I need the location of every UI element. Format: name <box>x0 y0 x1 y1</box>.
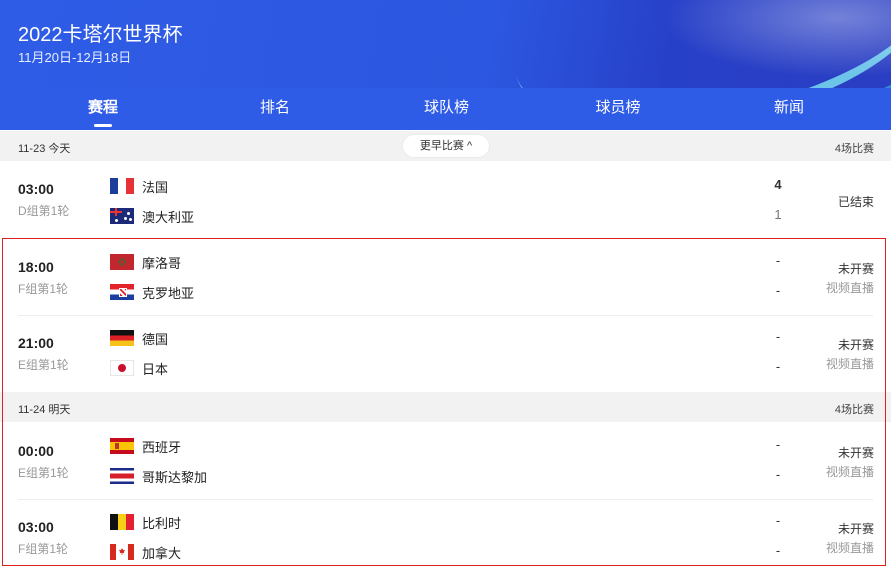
japan-flag-icon <box>110 360 134 376</box>
day-header: 11-23 今天 更早比赛 ^ 4场比赛 <box>0 131 891 161</box>
away-team: 加拿大 <box>110 543 181 561</box>
match-status: 未开赛 <box>837 446 874 460</box>
page-title: 2022卡塔尔世界杯 <box>18 24 183 46</box>
day-header: 11-24 明天 4场比赛 <box>0 392 891 422</box>
home-score: - <box>775 437 781 452</box>
match-time: 03:00 <box>18 519 54 535</box>
match-round: E组第1轮 <box>18 358 69 372</box>
home-score: - <box>775 253 781 268</box>
away-score: - <box>775 359 781 374</box>
match-row[interactable]: 21:00 E组第1轮 德国 日本 - - 未开赛 视频直播 <box>0 316 891 392</box>
team-name: 西班牙 <box>142 439 182 455</box>
match-row[interactable]: 03:00 F组第1轮 比利时 加拿大 - - 未开赛 视频直播 <box>0 500 891 576</box>
away-team: 日本 <box>110 359 168 377</box>
decorative-glow <box>631 0 891 88</box>
away-team: 哥斯达黎加 <box>110 467 207 485</box>
team-name: 澳大利亚 <box>142 209 195 225</box>
day-date: 11-24 明天 <box>18 404 71 416</box>
tab-label: 新闻 <box>773 99 804 116</box>
match-status: 已结束 <box>837 195 874 209</box>
match-time: 18:00 <box>18 259 54 275</box>
tab-label: 赛程 <box>87 99 118 116</box>
germany-flag-icon <box>110 330 134 346</box>
spain-flag-icon <box>110 438 134 454</box>
home-team: 法国 <box>110 177 168 195</box>
morocco-flag-icon <box>110 254 134 270</box>
video-live-link[interactable]: 视频直播 <box>826 279 874 296</box>
match-status: 未开赛 <box>837 262 874 276</box>
video-live-link[interactable]: 视频直播 <box>826 539 874 556</box>
home-score: - <box>775 513 781 528</box>
away-score: - <box>775 283 781 298</box>
team-name: 法国 <box>142 179 169 195</box>
tournament-date-range: 11月20日-12月18日 <box>18 50 132 65</box>
earlier-matches-button[interactable]: 更早比赛 ^ <box>403 135 489 157</box>
home-score: 4 <box>774 177 782 192</box>
video-live-link[interactable]: 视频直播 <box>826 463 874 480</box>
home-team: 摩洛哥 <box>110 253 181 271</box>
home-team: 比利时 <box>110 513 181 531</box>
team-name: 哥斯达黎加 <box>142 469 208 485</box>
match-status: 未开赛 <box>837 338 874 352</box>
team-name: 德国 <box>142 331 169 347</box>
croatia-flag-icon <box>110 284 134 300</box>
match-status: 未开赛 <box>837 522 874 536</box>
chevron-up-icon: ^ <box>463 140 473 152</box>
active-tab-indicator <box>94 124 112 127</box>
match-round: F组第1轮 <box>18 542 69 556</box>
home-team: 德国 <box>110 329 168 347</box>
header-banner: 2022卡塔尔世界杯 11月20日-12月18日 <box>0 0 891 88</box>
team-name: 摩洛哥 <box>142 255 182 271</box>
away-score: - <box>775 467 781 482</box>
tab-standings[interactable]: 排名 <box>206 88 344 130</box>
match-row[interactable]: 03:00 D组第1轮 法国 澳大利亚 4 1 已结束 <box>0 162 891 238</box>
match-row[interactable]: 00:00 E组第1轮 西班牙 哥斯达黎加 - - 未开赛 视频直播 <box>0 424 891 500</box>
tab-schedule[interactable]: 赛程 <box>0 88 206 130</box>
canada-flag-icon <box>110 544 134 560</box>
team-name: 克罗地亚 <box>142 285 195 301</box>
home-team: 西班牙 <box>110 437 181 455</box>
match-time: 21:00 <box>18 335 54 351</box>
away-score: - <box>775 543 781 558</box>
match-row[interactable]: 18:00 F组第1轮 摩洛哥 克罗地亚 - - 未开赛 视频直播 <box>0 240 891 316</box>
video-live-link[interactable]: 视频直播 <box>826 355 874 372</box>
away-score: 1 <box>774 207 782 222</box>
team-name: 日本 <box>142 361 169 377</box>
france-flag-icon <box>110 178 134 194</box>
home-score: - <box>775 329 781 344</box>
match-round: D组第1轮 <box>18 204 70 218</box>
tab-player-rankings[interactable]: 球员榜 <box>549 88 687 130</box>
tab-news[interactable]: 新闻 <box>687 88 891 130</box>
away-team: 克罗地亚 <box>110 283 194 301</box>
tab-bar: 赛程 排名 球队榜 球员榜 新闻 <box>0 88 891 130</box>
tab-label: 球员榜 <box>595 99 641 116</box>
away-team: 澳大利亚 <box>110 207 194 225</box>
belgium-flag-icon <box>110 514 134 530</box>
match-count: 4场比赛 <box>834 404 874 416</box>
team-name: 加拿大 <box>142 545 182 561</box>
tab-team-rankings[interactable]: 球队榜 <box>344 88 549 130</box>
match-time: 03:00 <box>18 181 54 197</box>
day-date: 11-23 今天 <box>18 143 71 155</box>
match-time: 00:00 <box>18 443 54 459</box>
tab-label: 排名 <box>259 99 290 116</box>
match-round: E组第1轮 <box>18 466 69 480</box>
tab-label: 球队榜 <box>423 99 469 116</box>
earlier-matches-label: 更早比赛 <box>419 140 464 152</box>
team-name: 比利时 <box>142 515 182 531</box>
match-count: 4场比赛 <box>834 143 874 155</box>
australia-flag-icon <box>110 208 134 224</box>
match-round: F组第1轮 <box>18 282 69 296</box>
costa-rica-flag-icon <box>110 468 134 484</box>
